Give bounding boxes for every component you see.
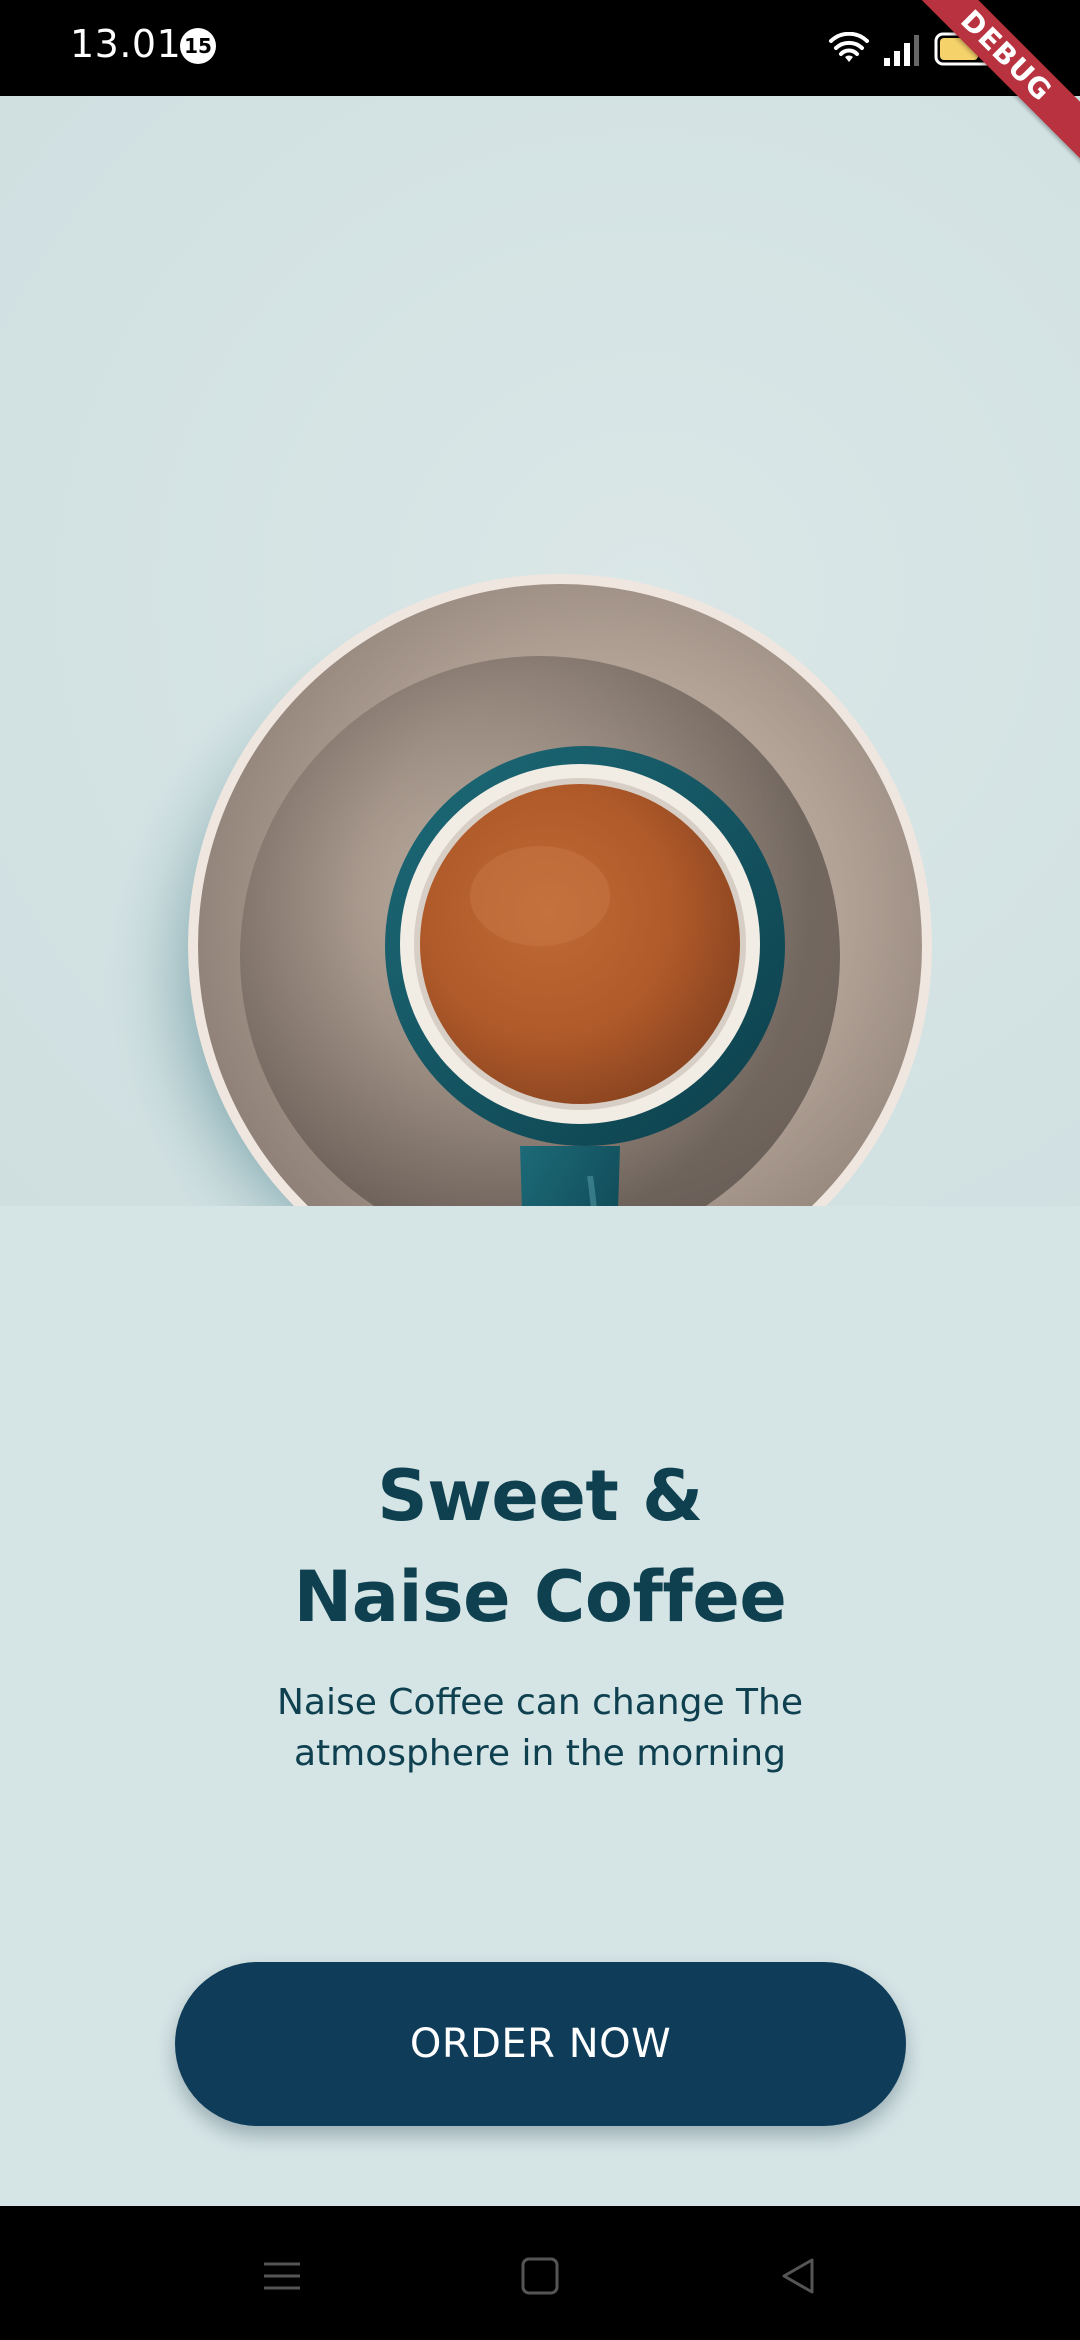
title-line-2: Naise Coffee — [293, 1556, 787, 1638]
home-icon[interactable] — [510, 2246, 570, 2306]
debug-label: DEBUG — [900, 0, 1080, 163]
subtitle-line-1: Naise Coffee can change The — [276, 1682, 804, 1723]
wifi-icon — [829, 32, 869, 62]
title-line-1: Sweet & — [377, 1455, 703, 1537]
notification-badge: 15 — [180, 28, 216, 64]
subtitle-line-2: atmosphere in the morning — [294, 1733, 786, 1774]
coffee-cup-illustration — [100, 574, 932, 1206]
back-icon[interactable] — [768, 2246, 828, 2306]
splash-screen: 13.01 15 DEBUG Sweet & Naise Coffee Nais… — [0, 0, 1080, 2340]
system-navigation-bar — [0, 2206, 1080, 2340]
order-now-button[interactable]: ORDER NOW — [175, 1962, 906, 2126]
menu-icon[interactable] — [252, 2246, 312, 2306]
debug-banner: DEBUG — [900, 0, 1080, 180]
hero-image — [0, 96, 1080, 1206]
status-time: 13.01 — [70, 22, 182, 66]
